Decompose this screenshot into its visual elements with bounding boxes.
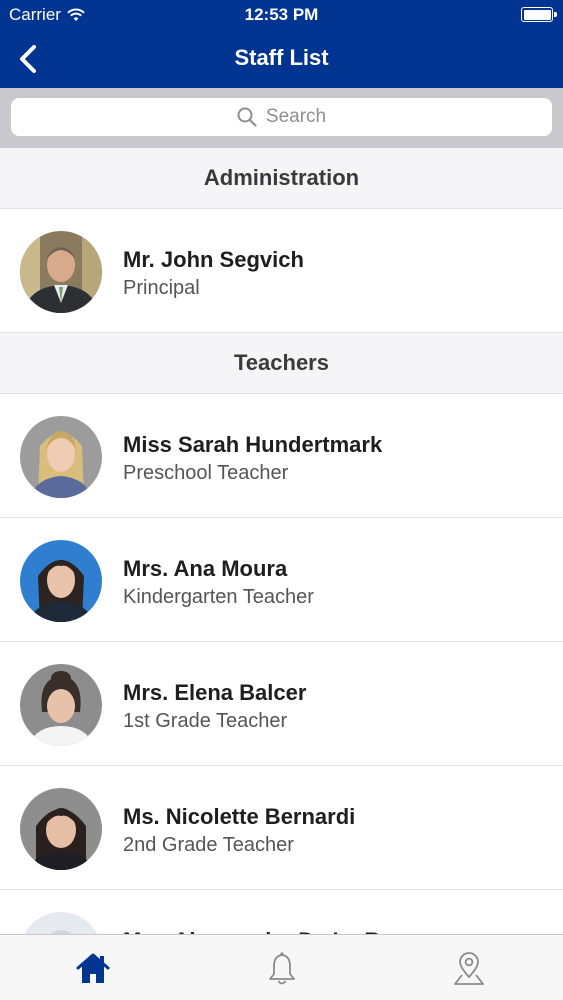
search-placeholder: Search <box>265 106 327 127</box>
avatar <box>20 788 102 870</box>
staff-role: Kindergarten Teacher <box>123 586 314 608</box>
list-item[interactable]: Miss Sarah Hundertmark Preschool Teacher <box>0 394 563 518</box>
search-bar: Search <box>0 88 563 148</box>
list-item[interactable]: Ms. Nicolette Bernardi 2nd Grade Teacher <box>0 766 563 890</box>
search-icon <box>237 107 257 127</box>
tab-bar <box>0 934 563 1000</box>
staff-name: Miss Sarah Hundertmark <box>123 432 383 457</box>
staff-name: Ms. Nicolette Bernardi <box>123 804 356 829</box>
staff-name: Mrs. Elena Balcer <box>123 680 307 705</box>
battery-icon <box>521 7 557 22</box>
section-header-teachers: Teachers <box>0 333 563 394</box>
staff-name: Mr. John Segvich <box>123 247 304 272</box>
search-input[interactable]: Search <box>11 98 552 136</box>
list-item[interactable]: Mrs. Ana Moura Kindergarten Teacher <box>0 518 563 642</box>
staff-role: 2nd Grade Teacher <box>123 834 294 856</box>
staff-role: Preschool Teacher <box>123 462 289 484</box>
page-title: Staff List <box>234 45 329 70</box>
status-time: 12:53 PM <box>244 5 319 24</box>
section-header-administration: Administration <box>0 148 563 209</box>
home-icon[interactable] <box>75 951 111 987</box>
list-item[interactable]: Mr. John Segvich Principal <box>0 209 563 333</box>
status-bar: Carrier 12:53 PM <box>0 0 563 30</box>
avatar <box>20 416 102 498</box>
list-item[interactable]: Mrs. Elena Balcer 1st Grade Teacher <box>0 642 563 766</box>
navigation-bar: Staff List <box>0 30 563 88</box>
map-pin-icon[interactable] <box>451 951 487 987</box>
staff-role: 1st Grade Teacher <box>123 710 288 732</box>
avatar <box>20 231 102 313</box>
avatar <box>20 664 102 746</box>
avatar <box>20 540 102 622</box>
staff-name: Mrs. Ana Moura <box>123 556 288 581</box>
bell-icon[interactable] <box>264 951 300 987</box>
staff-role: Principal <box>123 277 200 299</box>
